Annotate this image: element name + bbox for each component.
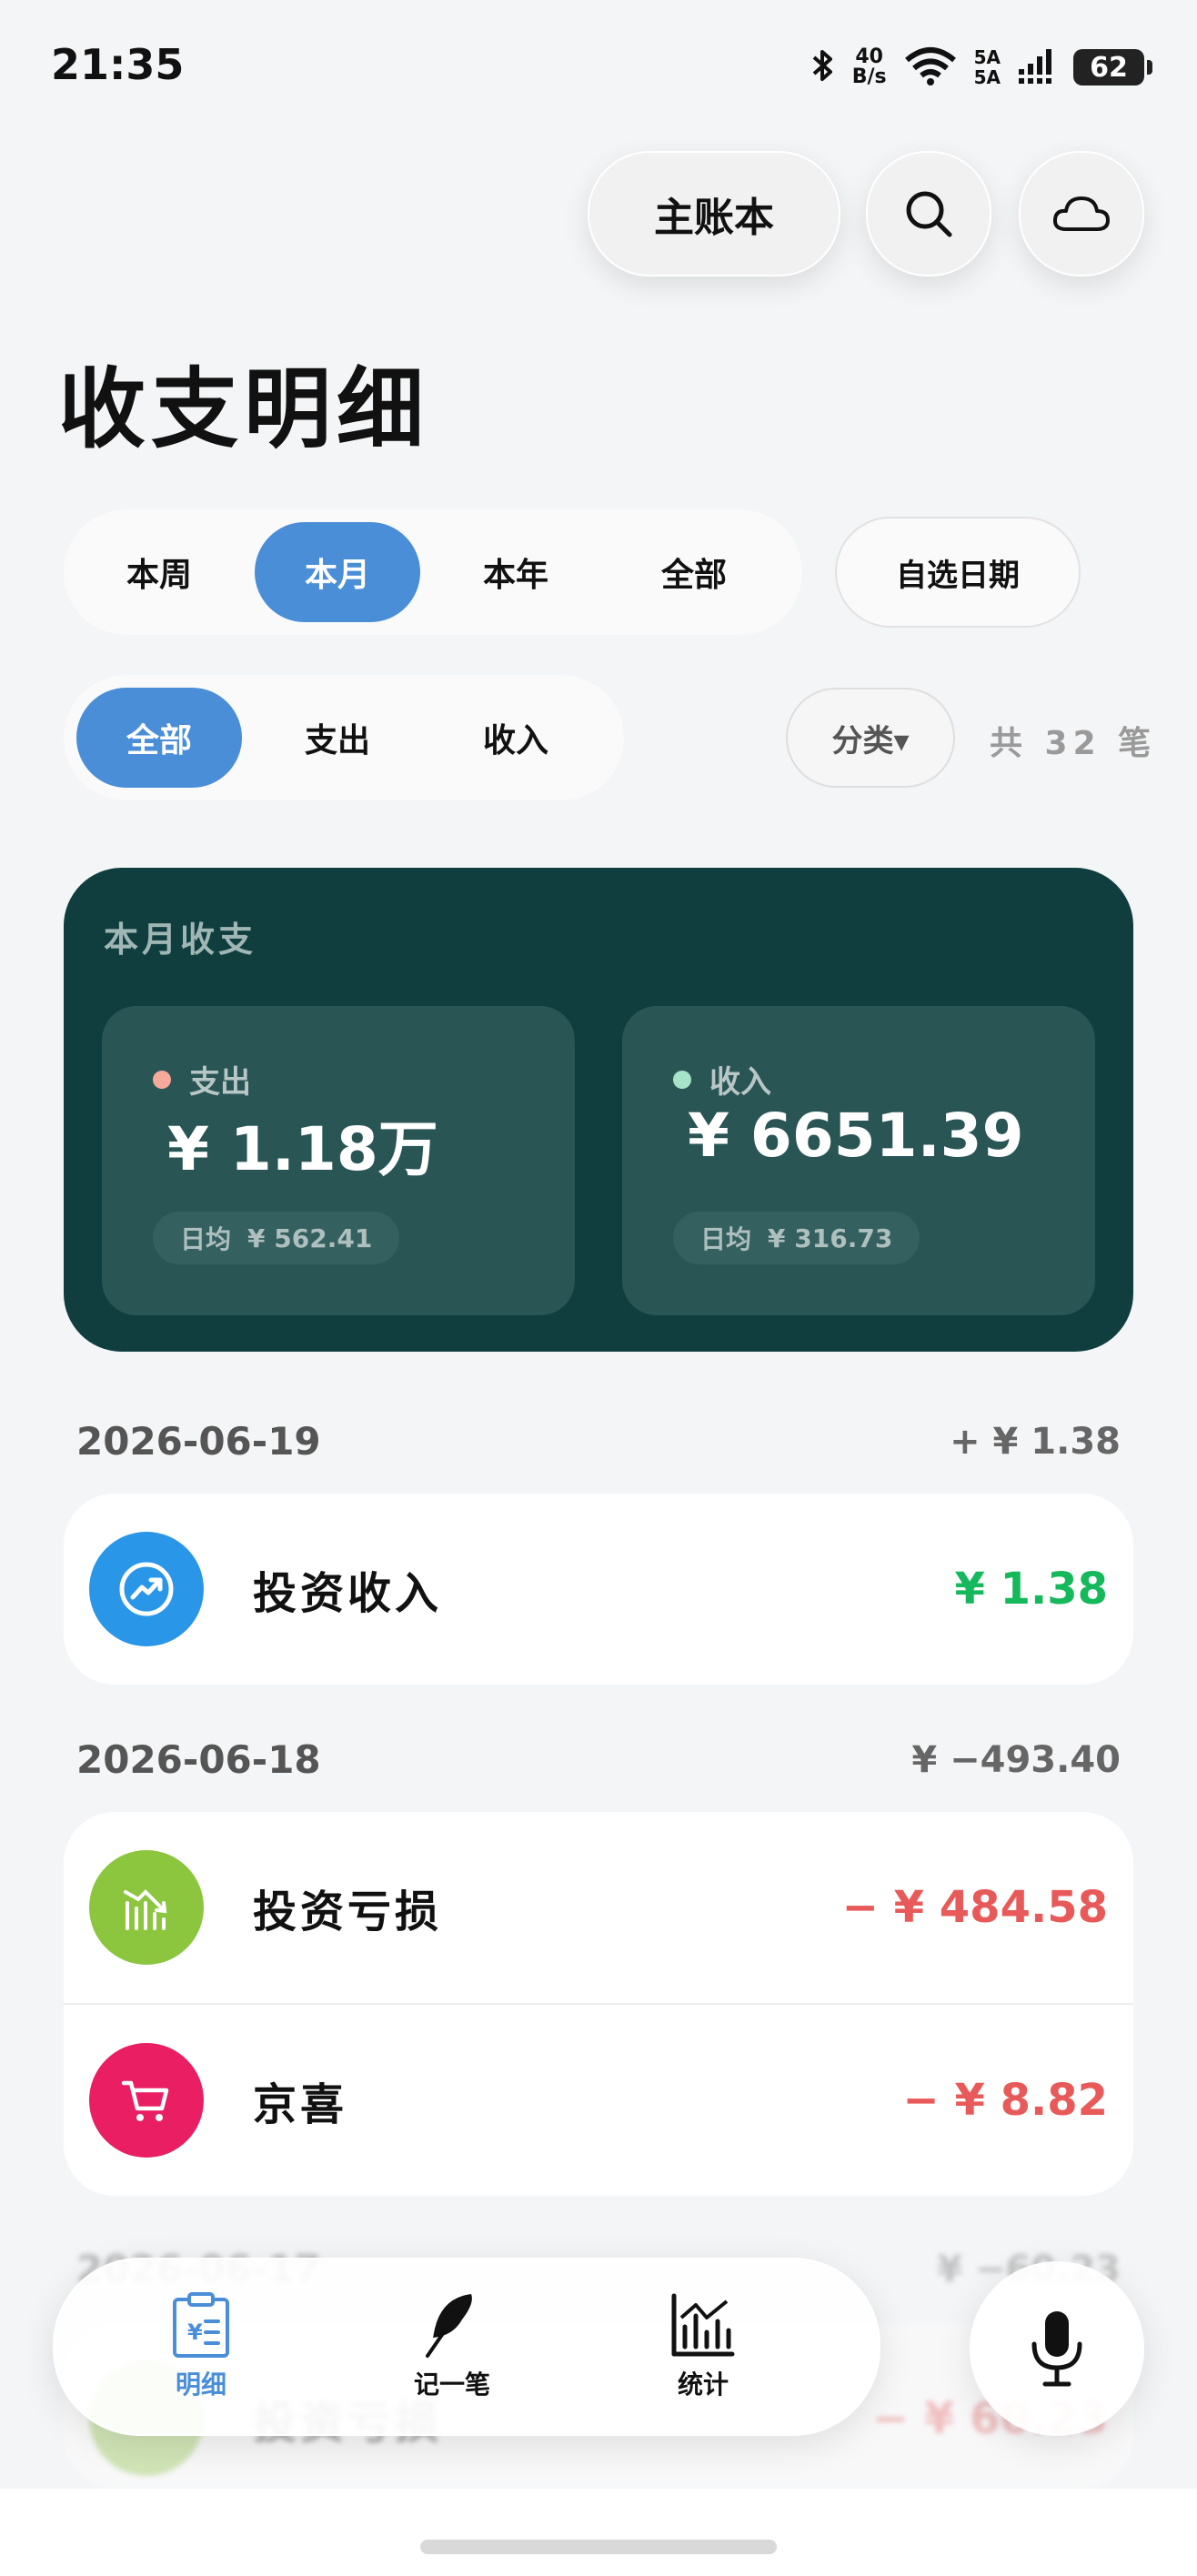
- status-time: 21:35: [51, 40, 185, 89]
- custom-date-button[interactable]: 自选日期: [835, 517, 1081, 628]
- income-summary: 收入 ¥ 6651.39 日均 ¥ 316.73: [622, 1006, 1095, 1315]
- nav-item-details[interactable]: ¥ 明细: [133, 2290, 269, 2401]
- income-dot: [673, 1070, 691, 1089]
- nav-item-stats[interactable]: 统计: [635, 2290, 771, 2401]
- tab-income[interactable]: 收入: [433, 688, 598, 788]
- signal-labels: 5A 5A: [974, 47, 1001, 87]
- bluetooth-icon: [810, 46, 836, 88]
- expense-label: 支出: [189, 1064, 251, 1101]
- search-icon: [906, 191, 952, 237]
- bar-chart-icon: [671, 2293, 735, 2357]
- voice-input-button[interactable]: [970, 2261, 1144, 2436]
- expense-amount: ¥ 1.18万: [167, 1114, 438, 1184]
- transaction-name: 投资亏损: [253, 1887, 443, 1937]
- transaction-row[interactable]: 投资亏损 − ¥ 484.58: [64, 1812, 1133, 2003]
- tab-year[interactable]: 本年: [433, 522, 598, 622]
- date-header: 2026-06-18: [76, 1737, 321, 1782]
- date-header: 2026-06-19: [76, 1419, 321, 1464]
- investment-income-icon: [89, 1532, 204, 1646]
- signal-bars-icon: [1017, 47, 1057, 87]
- transaction-name: 京喜: [253, 2079, 348, 2130]
- transaction-amount: − ¥ 8.82: [902, 2075, 1108, 2126]
- transaction-amount: − ¥ 484.58: [841, 1882, 1108, 1933]
- monthly-summary-card: 本月收支 支出 ¥ 1.18万 日均 ¥ 562.41 收入 ¥ 6651.39…: [64, 868, 1133, 1352]
- status-icons: 40 B/s 5A 5A 62: [810, 45, 1152, 89]
- income-avg-value: ¥ 316.73: [768, 1223, 893, 1253]
- expense-header: 支出: [153, 1057, 251, 1102]
- day-total: ¥ −493.40: [911, 1739, 1121, 1781]
- tab-expense[interactable]: 支出: [255, 688, 420, 788]
- cloud-icon: [1052, 196, 1110, 231]
- income-label: 收入: [709, 1064, 771, 1101]
- income-daily-avg: 日均 ¥ 316.73: [673, 1212, 920, 1264]
- page-title: 收支明细: [58, 358, 429, 460]
- account-book-button[interactable]: 主账本: [588, 151, 840, 277]
- summary-title: 本月收支: [104, 920, 257, 960]
- tab-week[interactable]: 本周: [76, 522, 242, 622]
- expense-summary: 支出 ¥ 1.18万 日均 ¥ 562.41: [102, 1006, 575, 1315]
- income-avg-label: 日均: [700, 1224, 752, 1254]
- transaction-group: 投资亏损 − ¥ 484.58 京喜 − ¥ 8.82: [64, 1812, 1133, 2196]
- tab-month[interactable]: 本月: [255, 522, 420, 622]
- category-dropdown[interactable]: 分类▾: [786, 688, 955, 788]
- cart-icon: [89, 2043, 204, 2158]
- day-total: + ¥ 1.38: [950, 1421, 1121, 1463]
- transaction-name: 投资收入: [253, 1568, 443, 1619]
- net-speed-value: 40: [855, 45, 883, 68]
- net-speed-unit: B/s: [851, 65, 887, 88]
- nav-item-add-record[interactable]: 记一笔: [384, 2290, 520, 2401]
- nav-label-add-record: 记一笔: [413, 2370, 490, 2400]
- nav-label-stats: 统计: [677, 2370, 729, 2400]
- cloud-sync-button[interactable]: [1019, 151, 1144, 277]
- bottom-safe-area: [0, 2489, 1197, 2576]
- transaction-row[interactable]: 投资收入 ¥ 1.38: [64, 1494, 1133, 1685]
- income-header: 收入: [673, 1057, 771, 1102]
- clipboard-icon: ¥: [173, 2292, 229, 2358]
- bottom-nav: ¥ 明细 记一笔 统计: [53, 2258, 880, 2436]
- expense-avg-value: ¥ 562.41: [247, 1223, 373, 1253]
- wifi-icon: [903, 45, 958, 89]
- transaction-group: 投资收入 ¥ 1.38: [64, 1494, 1133, 1685]
- signal-1-label: 5A: [973, 46, 1001, 68]
- network-speed: 40 B/s: [852, 47, 887, 87]
- battery-indicator: 62: [1073, 49, 1152, 86]
- search-button[interactable]: [866, 151, 991, 277]
- home-indicator[interactable]: [420, 2540, 777, 2554]
- feather-icon: [426, 2294, 472, 2358]
- record-count: 共 32 笔: [990, 725, 1157, 762]
- svg-text:¥: ¥: [187, 2319, 203, 2345]
- transaction-amount: ¥ 1.38: [954, 1564, 1108, 1615]
- expense-dot: [153, 1070, 171, 1089]
- nav-label-details: 明细: [175, 2370, 226, 2400]
- date-range-tabs: 本周 本月 本年 全部: [64, 509, 802, 635]
- expense-daily-avg: 日均 ¥ 562.41: [153, 1212, 400, 1264]
- tab-all-types[interactable]: 全部: [76, 688, 242, 788]
- signal-2-label: 5A: [973, 66, 1001, 88]
- type-filter-tabs: 全部 支出 收入: [64, 675, 624, 800]
- tab-all-time[interactable]: 全部: [611, 522, 777, 622]
- expense-avg-label: 日均: [180, 1224, 232, 1254]
- transaction-row[interactable]: 京喜 − ¥ 8.82: [64, 2003, 1133, 2196]
- income-amount: ¥ 6651.39: [688, 1101, 1024, 1171]
- investment-loss-icon: [89, 1850, 204, 1965]
- microphone-icon: [1031, 2311, 1082, 2387]
